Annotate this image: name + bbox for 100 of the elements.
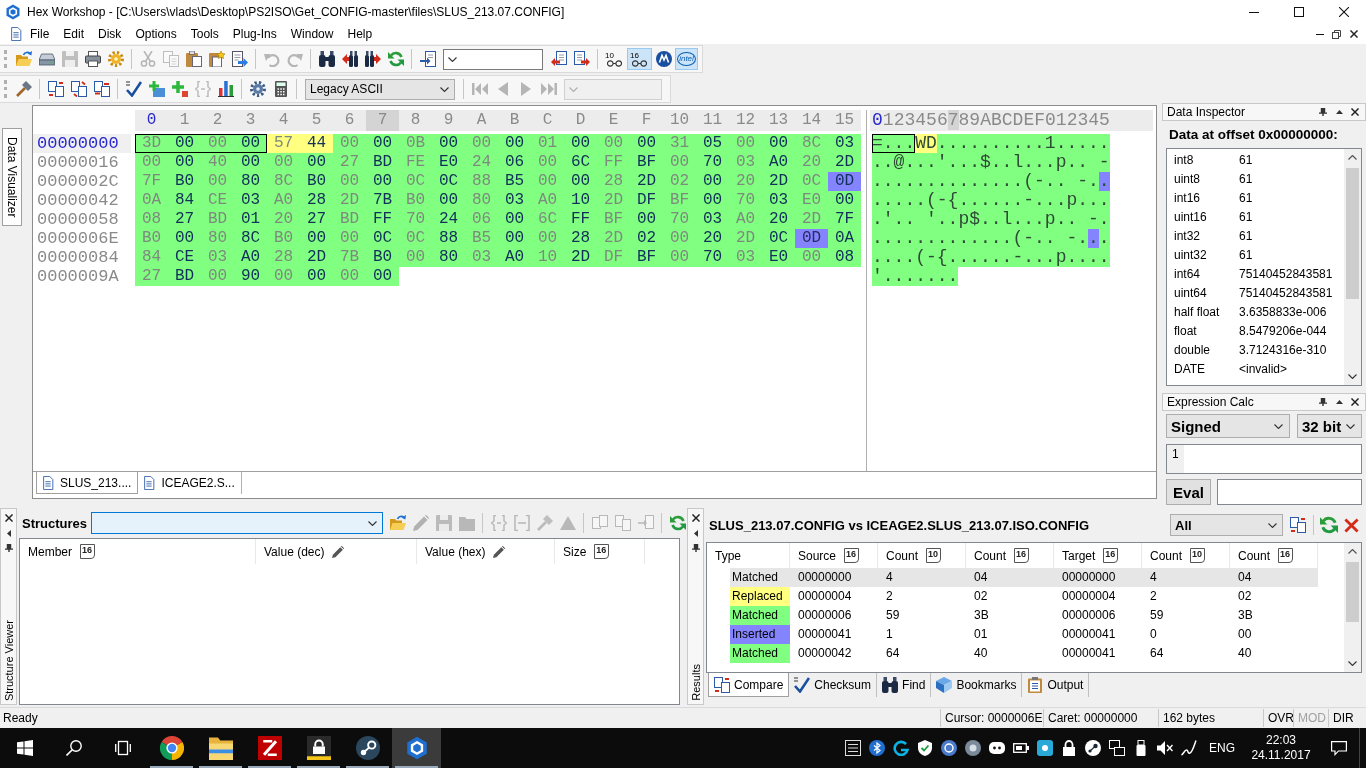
pin-button[interactable] xyxy=(1318,397,1328,407)
mascot-icon[interactable] xyxy=(989,740,1005,756)
table-cell: 00000000 xyxy=(1054,568,1142,587)
page-arrow-icon xyxy=(637,515,654,531)
column-header[interactable]: Count xyxy=(1150,548,1183,563)
menu-item[interactable]: Tools xyxy=(183,24,226,44)
radix-button[interactable]: 16 xyxy=(1278,548,1294,563)
monitors-icon[interactable] xyxy=(1109,740,1125,756)
dropdown[interactable]: 32 bit xyxy=(1297,414,1362,438)
menu-item[interactable]: Help xyxy=(340,24,380,44)
column-header[interactable]: Value (dec) xyxy=(264,544,325,559)
speaker-muted-icon[interactable] xyxy=(1157,740,1173,756)
scroll-thumb[interactable] xyxy=(1346,562,1359,622)
hex-byte: 00 xyxy=(140,153,163,172)
column-header[interactable]: Value (hex) xyxy=(425,544,486,559)
clock[interactable]: 22:03 24.11.2017 xyxy=(1243,733,1319,763)
dropdown[interactable]: Signed xyxy=(1166,414,1290,438)
column-header[interactable]: Target xyxy=(1062,548,1096,563)
menu-item[interactable]: File xyxy=(23,24,57,44)
triangle-left-icon xyxy=(6,529,11,537)
close-button[interactable] xyxy=(1350,107,1360,117)
disc-icon[interactable] xyxy=(941,740,957,756)
table-cell-text: 00000004 xyxy=(1061,588,1117,605)
close-button[interactable] xyxy=(1347,27,1360,41)
column-header[interactable]: Size xyxy=(563,544,587,559)
scroll-thumb[interactable] xyxy=(1346,168,1359,299)
menu-item[interactable]: Edit xyxy=(56,24,92,44)
eval-button[interactable]: Eval xyxy=(1166,479,1211,505)
column-header[interactable]: Type xyxy=(715,548,741,563)
dropdown[interactable]: All xyxy=(1170,514,1283,536)
radix-button[interactable]: 16 xyxy=(844,548,860,563)
hex-byte: 01 xyxy=(239,210,262,229)
collapse-button[interactable] xyxy=(1334,397,1344,407)
tab[interactable]: Compare xyxy=(708,673,790,697)
calculator-icon xyxy=(272,81,289,97)
bluetooth-icon[interactable] xyxy=(869,740,885,756)
curved-arrow-icon xyxy=(263,51,280,67)
close-icon xyxy=(1349,30,1358,38)
battery-icon[interactable] xyxy=(1013,740,1029,756)
column-header: 1 xyxy=(178,110,191,131)
arc-logo-icon[interactable] xyxy=(893,740,909,756)
pin-button[interactable] xyxy=(3,543,14,553)
notification-icon xyxy=(1331,740,1347,756)
language-indicator[interactable]: ENG xyxy=(1201,741,1243,755)
scrollbar[interactable] xyxy=(1344,543,1361,672)
copy-button[interactable] xyxy=(1287,514,1309,536)
result-field[interactable] xyxy=(1217,479,1362,505)
pin-icon xyxy=(4,544,13,552)
chevron-up-icon xyxy=(1348,549,1357,554)
scrollbar[interactable] xyxy=(1344,149,1361,385)
shield-check-icon[interactable] xyxy=(917,740,933,756)
close-button[interactable] xyxy=(3,513,14,523)
document-tab[interactable]: SLUS_213.... xyxy=(36,472,139,494)
tab[interactable]: Bookmarks xyxy=(931,673,1023,697)
hex-byte: 03 xyxy=(206,248,229,267)
menu-item[interactable]: Disk xyxy=(91,24,129,44)
radix-button[interactable]: 16 xyxy=(594,544,610,559)
expression-field[interactable]: 1 xyxy=(1166,444,1362,474)
document-tab[interactable]: ICEAGE2.S... xyxy=(138,472,242,494)
menu-item[interactable]: Plug-Ins xyxy=(225,24,284,44)
radix-button[interactable]: 10 xyxy=(1190,548,1206,563)
tile-icon[interactable] xyxy=(1037,740,1053,756)
pin-button[interactable] xyxy=(1318,107,1328,117)
hex-byte: 00 xyxy=(371,267,394,286)
hex-byte: 00 xyxy=(503,229,526,248)
side-tab[interactable]: Results xyxy=(689,664,702,701)
restore-button[interactable] xyxy=(1330,27,1343,41)
collapse-button[interactable] xyxy=(1334,107,1344,117)
radix-button[interactable]: 10 xyxy=(926,548,942,563)
dropdown[interactable]: Legacy ASCII xyxy=(305,78,455,100)
padlock-icon[interactable] xyxy=(1061,740,1077,756)
column-header[interactable]: Member xyxy=(28,544,72,559)
close-button[interactable] xyxy=(690,513,701,523)
menu-item[interactable]: Options xyxy=(128,24,184,44)
tab[interactable]: Find xyxy=(877,673,932,697)
tab[interactable]: Checksum xyxy=(789,673,878,697)
hex-byte: 57 xyxy=(272,134,295,153)
taskbar-button[interactable] xyxy=(392,728,441,768)
dropdown[interactable] xyxy=(443,48,543,70)
disc-icon[interactable] xyxy=(965,740,981,756)
column-header[interactable]: Source xyxy=(798,548,837,563)
column-header[interactable]: Count xyxy=(1238,548,1271,563)
refresh-button[interactable] xyxy=(1318,514,1340,536)
pin-button[interactable] xyxy=(690,543,701,553)
radix-button[interactable]: 16 xyxy=(1103,548,1119,563)
radix-toggle[interactable]: 10 xyxy=(602,48,627,70)
disc-logo-icon[interactable] xyxy=(1085,740,1101,756)
close-button[interactable] xyxy=(1350,397,1360,407)
column-header[interactable]: Count xyxy=(974,548,1007,563)
list-icon[interactable] xyxy=(845,740,861,756)
tab[interactable]: Output xyxy=(1022,673,1090,697)
radix-button[interactable]: 16 xyxy=(80,544,96,559)
column-header[interactable]: Count xyxy=(886,548,919,563)
logo-toggle[interactable]: intel xyxy=(675,48,698,70)
pen-stroke-icon[interactable] xyxy=(1181,740,1197,756)
side-tab[interactable]: Data Visualizer xyxy=(2,128,22,227)
menu-item[interactable]: Window xyxy=(283,24,341,44)
radix-button[interactable]: 16 xyxy=(1014,548,1030,563)
dropdown[interactable] xyxy=(91,512,384,534)
radix-toggle[interactable]: 16 xyxy=(627,48,652,70)
